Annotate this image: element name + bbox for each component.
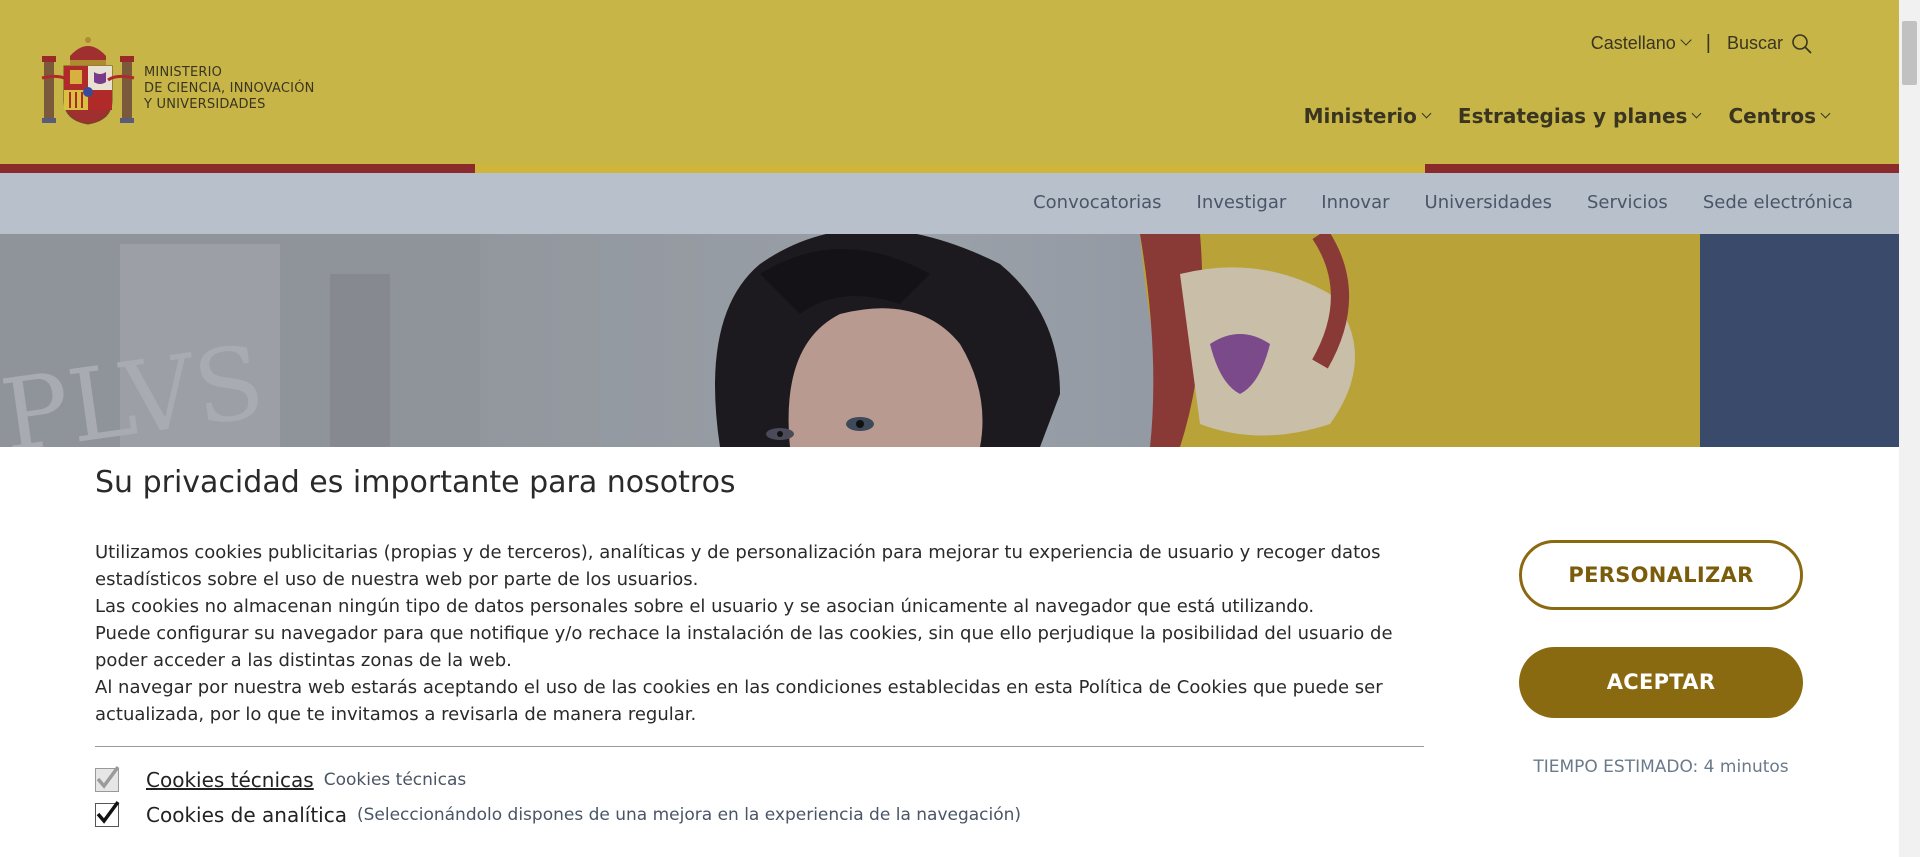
cookie-option-analytics: Cookies de analítica (Seleccionándolo di… [95,800,1022,827]
chevron-down-icon [1680,33,1692,46]
nav-item-ministerio[interactable]: Ministerio [1303,104,1432,128]
cookie-option-technical: Cookies técnicas Cookies técnicas [95,765,467,792]
scrollbar-thumb[interactable] [1902,21,1917,85]
secondary-navigation: Convocatorias Investigar Innovar Univers… [0,173,1899,234]
language-selector[interactable]: Castellano [1590,33,1692,54]
ministry-line: Y UNIVERSIDADES [144,97,266,112]
subnav-investigar[interactable]: Investigar [1197,192,1287,213]
page-scrollbar[interactable] [1899,0,1920,857]
cookie-banner-title: Su privacidad es importante para nosotro… [95,465,736,500]
header-stripe-red-left [0,164,475,173]
cookie-paragraph: Puede configurar su navegador para que n… [95,623,1393,671]
technical-cookies-link[interactable]: Cookies técnicas [146,768,314,792]
top-utilities: Castellano | Buscar [1591,32,1813,55]
technical-cookies-desc: Cookies técnicas [323,770,467,790]
cookie-divider [95,746,1424,747]
ministry-name[interactable]: MINISTERIO DE CIENCIA, INNOVACIÓN Y UNIV… [144,65,315,113]
analytics-cookies-checkbox[interactable] [95,800,120,827]
language-label: Castellano [1590,33,1676,53]
separator: | [1705,32,1711,54]
search-label: Buscar [1726,33,1783,53]
header-stripe-red-right [1425,164,1899,173]
nav-item-label: Ministerio [1303,104,1417,128]
ministry-line: DE CIENCIA, INNOVACIÓN [144,81,315,96]
nav-item-label: Estrategias y planes [1457,104,1688,128]
checkmark-icon [96,800,120,824]
subnav-universidades[interactable]: Universidades [1425,192,1552,213]
subnav-innovar[interactable]: Innovar [1321,192,1389,213]
chevron-down-icon [1820,108,1831,118]
cookie-paragraph: Las cookies no almacenan ningún tipo de … [95,596,1315,617]
main-navigation: Ministerio Estrategias y planes Centros [1303,104,1831,128]
checkmark-icon [96,765,120,789]
site-header: MINISTERIO DE CIENCIA, INNOVACIÓN Y UNIV… [0,0,1899,164]
subnav-servicios[interactable]: Servicios [1587,192,1668,213]
cookie-paragraph: Utilizamos cookies publicitarias (propia… [95,542,1381,590]
header-stripe-gold [475,164,1425,173]
accept-button[interactable]: ACEPTAR [1519,647,1803,718]
cookie-paragraph: Al navegar por nuestra web estarás acept… [95,677,1383,725]
ministry-line: MINISTERIO [144,65,223,80]
hero-photo: PLVS [0,234,1899,447]
chevron-down-icon [1421,108,1432,118]
personalize-button[interactable]: PERSONALIZAR [1519,540,1803,610]
subnav-sede-electronica[interactable]: Sede electrónica [1703,192,1853,213]
nav-item-centros[interactable]: Centros [1728,104,1831,128]
chevron-down-icon [1691,108,1702,118]
nav-item-label: Centros [1728,104,1816,128]
nav-item-estrategias[interactable]: Estrategias y planes [1457,104,1702,128]
estimated-time: TIEMPO ESTIMADO: 4 minutos [1533,757,1789,777]
coat-of-arms-logo[interactable] [40,34,136,126]
cookie-banner-text: Utilizamos cookies publicitarias (propia… [95,539,1415,728]
analytics-cookies-label: Cookies de analítica [146,803,347,827]
page: MINISTERIO DE CIENCIA, INNOVACIÓN Y UNIV… [0,0,1899,857]
hero-image: PLVS [0,234,1899,447]
analytics-cookies-desc: (Seleccionándolo dispones de una mejora … [356,805,1022,825]
search-icon [1792,33,1812,54]
subnav-convocatorias[interactable]: Convocatorias [1033,192,1161,213]
technical-cookies-checkbox[interactable] [95,765,120,792]
search-button[interactable]: Buscar [1727,33,1813,55]
cookie-consent-banner: Su privacidad es importante para nosotro… [0,447,1899,857]
